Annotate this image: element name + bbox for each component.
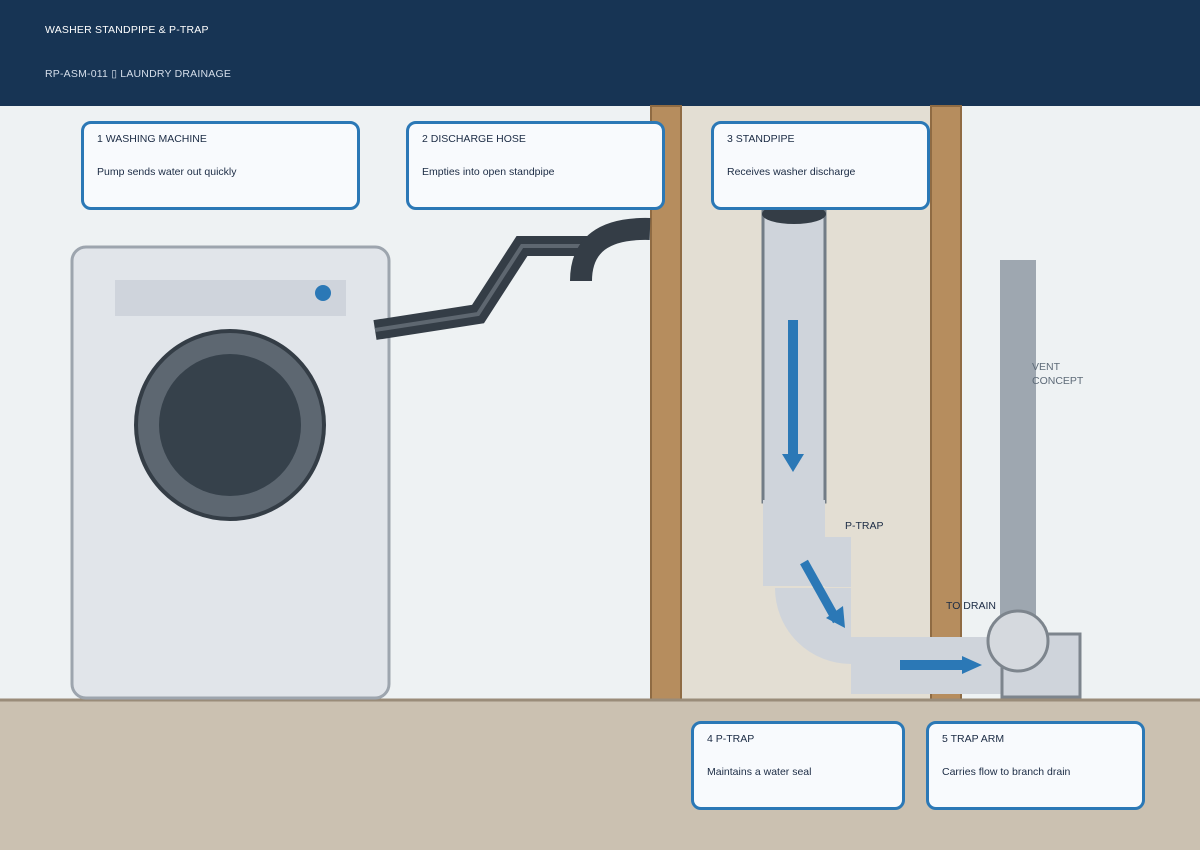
callout-p-trap: 4 P-TRAP Maintains a water seal (691, 721, 905, 810)
trap-inlet-segment (763, 500, 825, 586)
washer-power-indicator-icon (315, 285, 331, 301)
callout-description: Empties into open standpipe (422, 166, 555, 178)
to-drain-label: TO DRAIN (946, 600, 996, 612)
p-trap-label: P-TRAP (845, 520, 884, 532)
callout-title: 4 P-TRAP (707, 733, 755, 745)
drain-fitting-circle (986, 609, 1050, 673)
callout-title: 1 WASHING MACHINE (97, 133, 207, 145)
vent-concept-label: VENT CONCEPT (1032, 361, 1084, 387)
standpipe (761, 204, 827, 504)
washing-machine (70, 245, 391, 700)
callout-standpipe: 3 STANDPIPE Receives washer discharge (711, 121, 930, 210)
hose-body (373, 236, 595, 340)
callout-discharge-hose: 2 DISCHARGE HOSE Empties into open stand… (406, 121, 665, 210)
flow-arrow-right-shaft (900, 660, 966, 670)
callout-washing-machine: 1 WASHING MACHINE Pump sends water out q… (81, 121, 360, 210)
diagram-page: WASHER STANDPIPE & P-TRAP RP-ASM-011 ▯ L… (0, 0, 1200, 850)
washer-control-panel (115, 280, 346, 316)
callout-title: 5 TRAP ARM (942, 733, 1005, 745)
callout-description: Maintains a water seal (707, 766, 812, 778)
hose-hook (570, 217, 651, 282)
vent-pipe (1000, 260, 1036, 640)
flow-arrow-down-shaft (788, 320, 798, 460)
callout-title: 3 STANDPIPE (727, 133, 795, 145)
discharge-hose (373, 217, 651, 340)
callout-title: 2 DISCHARGE HOSE (422, 133, 526, 145)
callout-description: Carries flow to branch drain (942, 766, 1071, 778)
callout-description: Receives washer discharge (727, 166, 856, 178)
washer-door-glass (159, 354, 301, 496)
callout-description: Pump sends water out quickly (97, 166, 237, 178)
trap-outlet-riser (825, 537, 851, 587)
callout-trap-arm: 5 TRAP ARM Carries flow to branch drain (926, 721, 1145, 810)
